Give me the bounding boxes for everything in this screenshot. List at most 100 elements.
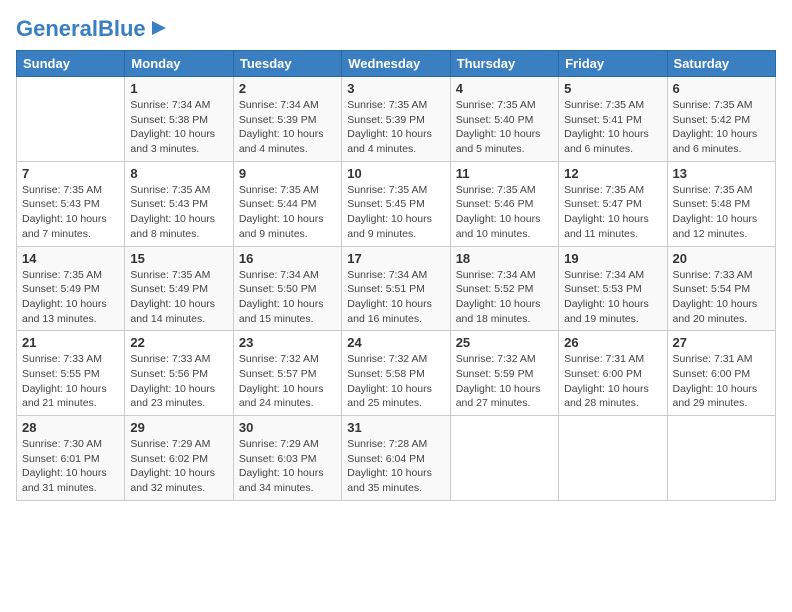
day-cell xyxy=(667,416,775,501)
day-cell: 5 Sunrise: 7:35 AMSunset: 5:41 PMDaylight… xyxy=(559,77,667,162)
day-cell: 10 Sunrise: 7:35 AMSunset: 5:45 PMDayligh… xyxy=(342,161,450,246)
header-tuesday: Tuesday xyxy=(233,51,341,77)
day-cell: 26Sunrise: 7:31 AMSunset: 6:00 PMDayligh… xyxy=(559,331,667,416)
day-info: Sunrise: 7:28 AMSunset: 6:04 PMDaylight:… xyxy=(347,437,444,496)
day-number: 2 xyxy=(239,81,336,96)
day-cell: 21 Sunrise: 7:33 AMSunset: 5:55 PMDayligh… xyxy=(17,331,125,416)
logo-text: GeneralBlue xyxy=(16,16,146,42)
day-number: 13 xyxy=(673,166,770,181)
day-number: 24 xyxy=(347,335,444,350)
day-info: Sunrise: 7:35 AMSunset: 5:45 PMDaylight:… xyxy=(347,183,444,242)
logo-general: General xyxy=(16,16,98,41)
day-cell: 23Sunrise: 7:32 AMSunset: 5:57 PMDayligh… xyxy=(233,331,341,416)
day-cell xyxy=(559,416,667,501)
day-number: 15 xyxy=(130,251,227,266)
day-cell: 13 Sunrise: 7:35 AMSunset: 5:48 PMDayligh… xyxy=(667,161,775,246)
day-number: 22 xyxy=(130,335,227,350)
day-info: Sunrise: 7:29 AMSunset: 6:02 PMDaylight:… xyxy=(130,437,227,496)
week-row-2: 14Sunrise: 7:35 AMSunset: 5:49 PMDayligh… xyxy=(17,246,776,331)
day-cell: 1Sunrise: 7:34 AMSunset: 5:38 PMDaylight… xyxy=(125,77,233,162)
day-cell: 24 Sunrise: 7:32 AMSunset: 5:58 PMDayligh… xyxy=(342,331,450,416)
day-info: Sunrise: 7:35 AMSunset: 5:48 PMDaylight:… xyxy=(673,183,770,242)
day-cell: 12Sunrise: 7:35 AMSunset: 5:47 PMDayligh… xyxy=(559,161,667,246)
day-number: 10 xyxy=(347,166,444,181)
header-friday: Friday xyxy=(559,51,667,77)
day-cell: 14Sunrise: 7:35 AMSunset: 5:49 PMDayligh… xyxy=(17,246,125,331)
day-number: 18 xyxy=(456,251,553,266)
day-info: Sunrise: 7:32 AMSunset: 5:58 PMDaylight:… xyxy=(347,352,444,411)
day-number: 16 xyxy=(239,251,336,266)
day-info: Sunrise: 7:34 AMSunset: 5:53 PMDaylight:… xyxy=(564,268,661,327)
calendar-table: SundayMondayTuesdayWednesdayThursdayFrid… xyxy=(16,50,776,501)
day-cell: 18 Sunrise: 7:34 AMSunset: 5:52 PMDayligh… xyxy=(450,246,558,331)
day-number: 7 xyxy=(22,166,119,181)
day-cell: 7 Sunrise: 7:35 AMSunset: 5:43 PMDaylight… xyxy=(17,161,125,246)
week-row-3: 21 Sunrise: 7:33 AMSunset: 5:55 PMDayligh… xyxy=(17,331,776,416)
day-info: Sunrise: 7:35 AMSunset: 5:43 PMDaylight:… xyxy=(130,183,227,242)
day-number: 20 xyxy=(673,251,770,266)
day-cell: 11Sunrise: 7:35 AMSunset: 5:46 PMDayligh… xyxy=(450,161,558,246)
day-cell: 19 Sunrise: 7:34 AMSunset: 5:53 PMDayligh… xyxy=(559,246,667,331)
day-info: Sunrise: 7:35 AMSunset: 5:49 PMDaylight:… xyxy=(130,268,227,327)
day-number: 8 xyxy=(130,166,227,181)
day-info: Sunrise: 7:30 AMSunset: 6:01 PMDaylight:… xyxy=(22,437,119,496)
day-info: Sunrise: 7:33 AMSunset: 5:55 PMDaylight:… xyxy=(22,352,119,411)
day-info: Sunrise: 7:31 AMSunset: 6:00 PMDaylight:… xyxy=(564,352,661,411)
day-cell: 27Sunrise: 7:31 AMSunset: 6:00 PMDayligh… xyxy=(667,331,775,416)
day-info: Sunrise: 7:35 AMSunset: 5:41 PMDaylight:… xyxy=(564,98,661,157)
day-cell: 25 Sunrise: 7:32 AMSunset: 5:59 PMDayligh… xyxy=(450,331,558,416)
day-info: Sunrise: 7:35 AMSunset: 5:42 PMDaylight:… xyxy=(673,98,770,157)
day-cell: 29 Sunrise: 7:29 AMSunset: 6:02 PMDayligh… xyxy=(125,416,233,501)
week-row-0: 1Sunrise: 7:34 AMSunset: 5:38 PMDaylight… xyxy=(17,77,776,162)
day-number: 23 xyxy=(239,335,336,350)
day-number: 12 xyxy=(564,166,661,181)
day-info: Sunrise: 7:35 AMSunset: 5:40 PMDaylight:… xyxy=(456,98,553,157)
day-info: Sunrise: 7:33 AMSunset: 5:56 PMDaylight:… xyxy=(130,352,227,411)
day-number: 11 xyxy=(456,166,553,181)
logo-blue: Blue xyxy=(98,16,146,41)
day-cell: 8 Sunrise: 7:35 AMSunset: 5:43 PMDaylight… xyxy=(125,161,233,246)
day-info: Sunrise: 7:34 AMSunset: 5:50 PMDaylight:… xyxy=(239,268,336,327)
header-saturday: Saturday xyxy=(667,51,775,77)
day-info: Sunrise: 7:34 AMSunset: 5:52 PMDaylight:… xyxy=(456,268,553,327)
day-info: Sunrise: 7:34 AMSunset: 5:51 PMDaylight:… xyxy=(347,268,444,327)
day-number: 29 xyxy=(130,420,227,435)
day-number: 21 xyxy=(22,335,119,350)
day-info: Sunrise: 7:33 AMSunset: 5:54 PMDaylight:… xyxy=(673,268,770,327)
day-info: Sunrise: 7:35 AMSunset: 5:49 PMDaylight:… xyxy=(22,268,119,327)
day-cell: 6Sunrise: 7:35 AMSunset: 5:42 PMDaylight… xyxy=(667,77,775,162)
day-number: 25 xyxy=(456,335,553,350)
logo: GeneralBlue xyxy=(16,16,170,42)
day-number: 19 xyxy=(564,251,661,266)
day-number: 5 xyxy=(564,81,661,96)
day-number: 4 xyxy=(456,81,553,96)
header-sunday: Sunday xyxy=(17,51,125,77)
day-cell xyxy=(17,77,125,162)
day-info: Sunrise: 7:32 AMSunset: 5:59 PMDaylight:… xyxy=(456,352,553,411)
day-info: Sunrise: 7:29 AMSunset: 6:03 PMDaylight:… xyxy=(239,437,336,496)
day-number: 3 xyxy=(347,81,444,96)
header-row: SundayMondayTuesdayWednesdayThursdayFrid… xyxy=(17,51,776,77)
day-info: Sunrise: 7:35 AMSunset: 5:43 PMDaylight:… xyxy=(22,183,119,242)
day-number: 28 xyxy=(22,420,119,435)
logo-arrow-icon xyxy=(148,17,170,39)
day-number: 1 xyxy=(130,81,227,96)
day-info: Sunrise: 7:34 AMSunset: 5:39 PMDaylight:… xyxy=(239,98,336,157)
day-cell: 3 Sunrise: 7:35 AMSunset: 5:39 PMDaylight… xyxy=(342,77,450,162)
day-cell: 20 Sunrise: 7:33 AMSunset: 5:54 PMDayligh… xyxy=(667,246,775,331)
week-row-1: 7 Sunrise: 7:35 AMSunset: 5:43 PMDaylight… xyxy=(17,161,776,246)
day-number: 31 xyxy=(347,420,444,435)
header-thursday: Thursday xyxy=(450,51,558,77)
day-info: Sunrise: 7:35 AMSunset: 5:39 PMDaylight:… xyxy=(347,98,444,157)
day-cell: 30Sunrise: 7:29 AMSunset: 6:03 PMDayligh… xyxy=(233,416,341,501)
header-wednesday: Wednesday xyxy=(342,51,450,77)
page-header: GeneralBlue xyxy=(16,16,776,42)
day-number: 9 xyxy=(239,166,336,181)
day-cell xyxy=(450,416,558,501)
day-cell: 17Sunrise: 7:34 AMSunset: 5:51 PMDayligh… xyxy=(342,246,450,331)
header-monday: Monday xyxy=(125,51,233,77)
day-cell: 9 Sunrise: 7:35 AMSunset: 5:44 PMDaylight… xyxy=(233,161,341,246)
day-info: Sunrise: 7:35 AMSunset: 5:44 PMDaylight:… xyxy=(239,183,336,242)
day-cell: 4 Sunrise: 7:35 AMSunset: 5:40 PMDaylight… xyxy=(450,77,558,162)
day-cell: 28 Sunrise: 7:30 AMSunset: 6:01 PMDayligh… xyxy=(17,416,125,501)
